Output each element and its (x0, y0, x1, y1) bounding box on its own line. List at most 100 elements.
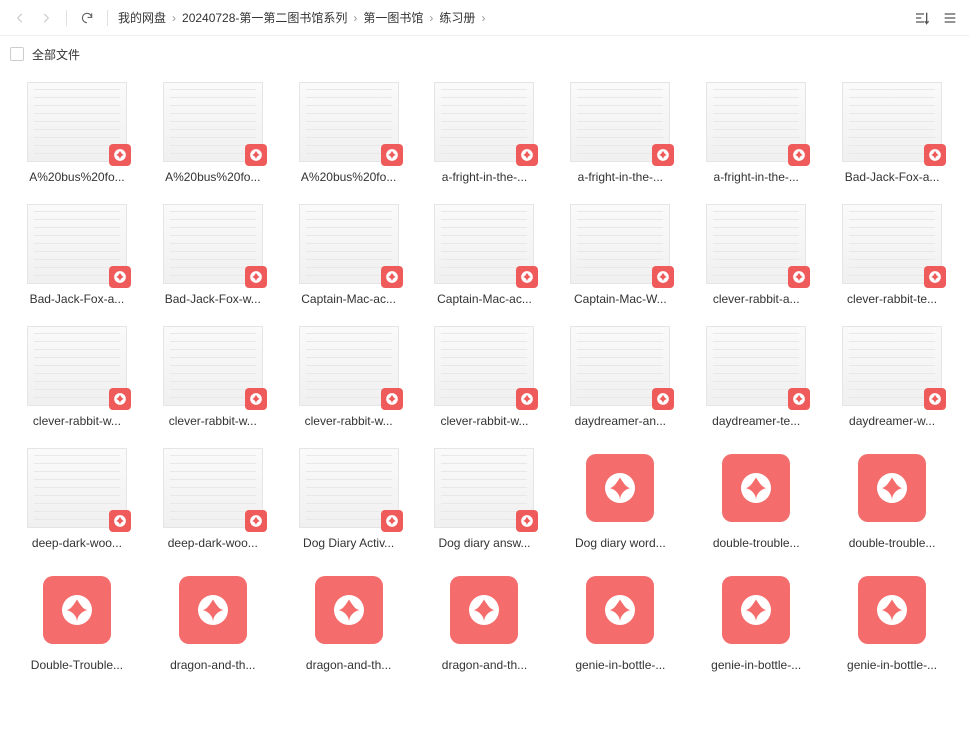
file-item[interactable]: Dog Diary Activ... (289, 448, 409, 550)
file-item[interactable]: daydreamer-te... (696, 326, 816, 428)
file-item[interactable]: deep-dark-woo... (17, 448, 137, 550)
pdf-badge (381, 510, 403, 532)
pdf-icon (656, 392, 670, 406)
file-item[interactable]: clever-rabbit-a... (696, 204, 816, 306)
file-item[interactable]: Captain-Mac-ac... (424, 204, 544, 306)
file-item[interactable]: a-fright-in-the-... (560, 82, 680, 184)
pdf-icon (59, 592, 95, 628)
breadcrumb-item[interactable]: 20240728-第一第二图书馆系列 (182, 9, 347, 26)
file-name: clever-rabbit-w... (305, 414, 393, 428)
file-name: Bad-Jack-Fox-w... (165, 292, 261, 306)
pdf-icon (249, 514, 263, 528)
chevron-right-icon: › (481, 11, 485, 25)
file-thumbnail (299, 326, 399, 406)
pdf-badge (245, 388, 267, 410)
file-thumbnail (570, 326, 670, 406)
pdf-icon (520, 514, 534, 528)
select-all-checkbox[interactable] (10, 47, 24, 61)
file-item[interactable]: daydreamer-w... (832, 326, 952, 428)
file-item[interactable]: clever-rabbit-w... (17, 326, 137, 428)
file-item[interactable]: genie-in-bottle-... (832, 570, 952, 672)
breadcrumb-item[interactable]: 第一图书馆 (363, 9, 423, 26)
file-item[interactable]: A%20bus%20fo... (153, 82, 273, 184)
pdf-icon (874, 592, 910, 628)
file-item[interactable]: clever-rabbit-te... (832, 204, 952, 306)
file-name: daydreamer-an... (575, 414, 666, 428)
file-item[interactable]: Bad-Jack-Fox-w... (153, 204, 273, 306)
file-item[interactable]: Double-Trouble... (17, 570, 137, 672)
file-item[interactable]: Dog diary answ... (424, 448, 544, 550)
sort-icon (914, 10, 930, 26)
file-thumbnail (842, 570, 942, 650)
breadcrumb-current[interactable]: 练习册 (439, 9, 475, 26)
file-thumbnail (27, 82, 127, 162)
nav-back-button[interactable] (10, 8, 30, 28)
file-item[interactable]: Bad-Jack-Fox-a... (17, 204, 137, 306)
file-item[interactable]: a-fright-in-the-... (424, 82, 544, 184)
file-name: Bad-Jack-Fox-a... (30, 292, 125, 306)
file-item[interactable]: Captain-Mac-W... (560, 204, 680, 306)
file-name: Dog Diary Activ... (303, 536, 394, 550)
file-item[interactable]: deep-dark-woo... (153, 448, 273, 550)
breadcrumb-root[interactable]: 我的网盘 (118, 9, 166, 26)
pdf-badge (109, 388, 131, 410)
pdf-file-icon (722, 454, 790, 522)
list-icon (942, 10, 958, 26)
file-item[interactable]: A%20bus%20fo... (289, 82, 409, 184)
view-controls (913, 9, 959, 27)
file-thumbnail (163, 326, 263, 406)
file-item[interactable]: clever-rabbit-w... (289, 326, 409, 428)
file-item[interactable]: double-trouble... (832, 448, 952, 550)
pdf-badge (109, 510, 131, 532)
pdf-badge (245, 510, 267, 532)
file-thumbnail (570, 448, 670, 528)
pdf-icon (520, 270, 534, 284)
file-item[interactable]: a-fright-in-the-... (696, 82, 816, 184)
file-item[interactable]: genie-in-bottle-... (560, 570, 680, 672)
file-item[interactable]: clever-rabbit-w... (153, 326, 273, 428)
nav-forward-button[interactable] (36, 8, 56, 28)
pdf-badge (652, 266, 674, 288)
pdf-badge (516, 388, 538, 410)
file-item[interactable]: daydreamer-an... (560, 326, 680, 428)
file-thumbnail (299, 204, 399, 284)
pdf-icon (928, 392, 942, 406)
pdf-icon (520, 392, 534, 406)
file-item[interactable]: dragon-and-th... (424, 570, 544, 672)
file-name: daydreamer-te... (712, 414, 800, 428)
pdf-badge (381, 144, 403, 166)
file-item[interactable]: double-trouble... (696, 448, 816, 550)
pdf-icon (792, 148, 806, 162)
file-item[interactable]: A%20bus%20fo... (17, 82, 137, 184)
file-item[interactable]: dragon-and-th... (289, 570, 409, 672)
pdf-badge (381, 388, 403, 410)
pdf-icon (113, 270, 127, 284)
file-name: A%20bus%20fo... (165, 170, 260, 184)
view-list-button[interactable] (941, 9, 959, 27)
file-name: a-fright-in-the-... (578, 170, 663, 184)
pdf-badge (516, 510, 538, 532)
pdf-badge (381, 266, 403, 288)
file-name: genie-in-bottle-... (575, 658, 665, 672)
refresh-button[interactable] (77, 8, 97, 28)
file-thumbnail (434, 570, 534, 650)
sort-button[interactable] (913, 9, 931, 27)
file-thumbnail (706, 448, 806, 528)
file-grid: A%20bus%20fo... A%20bus%20fo... A%20bus%20… (0, 72, 969, 702)
file-thumbnail (570, 82, 670, 162)
file-item[interactable]: Captain-Mac-ac... (289, 204, 409, 306)
pdf-badge (788, 266, 810, 288)
file-item[interactable]: clever-rabbit-w... (424, 326, 544, 428)
file-name: clever-rabbit-w... (169, 414, 257, 428)
chevron-left-icon (13, 11, 27, 25)
file-name: A%20bus%20fo... (29, 170, 124, 184)
chevron-right-icon: › (429, 11, 433, 25)
pdf-icon (792, 392, 806, 406)
file-item[interactable]: genie-in-bottle-... (696, 570, 816, 672)
file-thumbnail (27, 448, 127, 528)
file-name: clever-rabbit-a... (713, 292, 800, 306)
file-item[interactable]: Dog diary word... (560, 448, 680, 550)
separator (66, 10, 67, 26)
file-item[interactable]: Bad-Jack-Fox-a... (832, 82, 952, 184)
file-item[interactable]: dragon-and-th... (153, 570, 273, 672)
